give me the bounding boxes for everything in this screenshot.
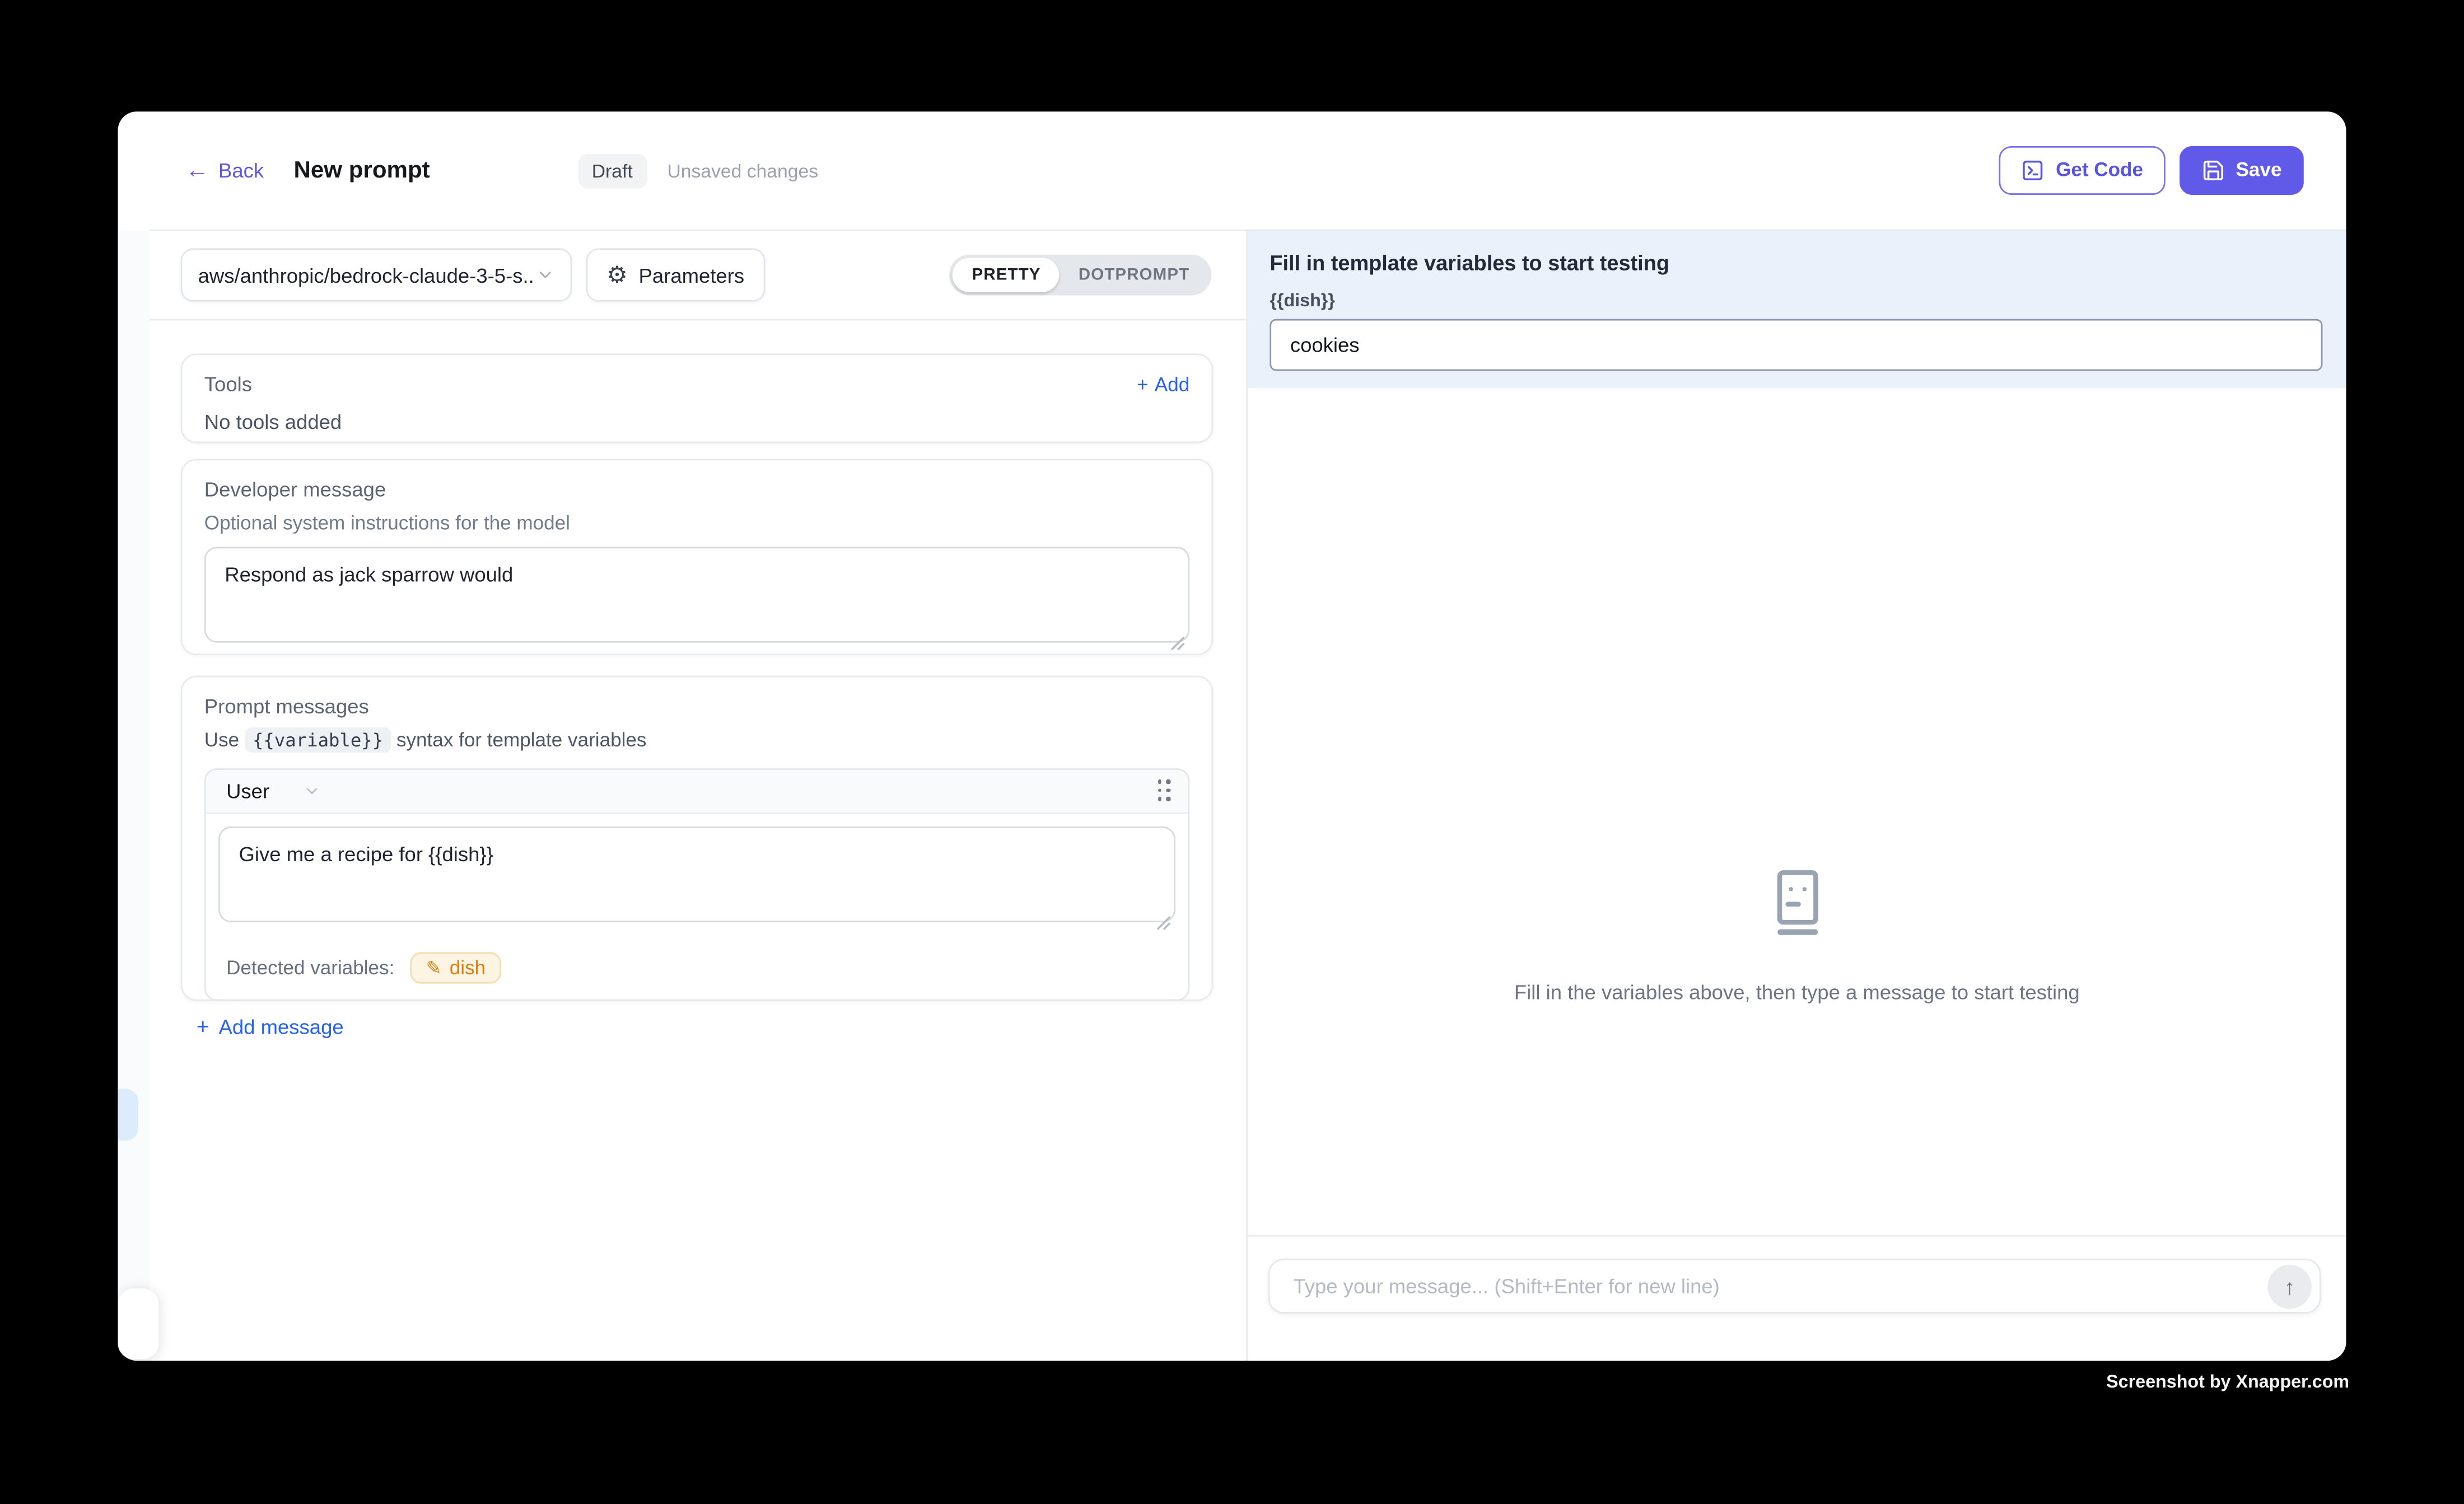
pencil-icon: ✎	[426, 959, 442, 978]
gear-icon: ⚙	[606, 263, 628, 287]
model-select-value: aws/anthropic/bedrock-claude-3-5-s...	[198, 263, 536, 287]
add-tool-button[interactable]: + Add	[1137, 373, 1189, 395]
user-message-input[interactable]: Give me a recipe for {{dish}}	[218, 826, 1175, 922]
developer-message-title: Developer message	[204, 478, 1189, 501]
chat-message-input[interactable]	[1293, 1274, 2267, 1298]
hint-prefix: Use	[204, 729, 239, 751]
chat-empty-state: Fill in the variables above, then type a…	[1248, 867, 2346, 1004]
save-icon	[2201, 158, 2225, 182]
detected-variables-row: Detected variables: ✎ dish	[206, 943, 1188, 999]
drag-handle-icon[interactable]	[1158, 779, 1173, 803]
resize-handle-icon[interactable]	[1169, 630, 1185, 646]
test-panel: Fill in template variables to start test…	[1248, 231, 2346, 1361]
unsaved-changes-text: Unsaved changes	[667, 160, 818, 181]
toolbar-divider	[150, 319, 1247, 321]
message-block: User Give me a recipe for {{dish}}	[204, 768, 1189, 1001]
watermark-text: Screenshot by Xnapper.com	[0, 1374, 2349, 1393]
bot-face-icon	[1761, 867, 1833, 940]
prompt-messages-card: Prompt messages Use {{variable}} syntax …	[181, 676, 1214, 1001]
back-button[interactable]: ← Back	[185, 158, 264, 182]
model-select[interactable]: aws/anthropic/bedrock-claude-3-5-s...	[181, 248, 572, 301]
role-select[interactable]: User	[226, 779, 321, 803]
role-select-value: User	[226, 779, 269, 803]
tools-title: Tools	[204, 372, 252, 396]
add-message-label: Add message	[219, 1014, 344, 1038]
terminal-icon	[2021, 158, 2045, 182]
status-badge: Draft	[577, 153, 647, 188]
developer-message-subtitle: Optional system instructions for the mod…	[204, 512, 1189, 534]
variable-chip-label: dish	[450, 957, 486, 979]
prompt-messages-title: Prompt messages	[204, 694, 1189, 718]
get-code-label: Get Code	[2056, 158, 2143, 182]
developer-message-card: Developer message Optional system instru…	[181, 459, 1214, 655]
rail-active-indicator[interactable]	[118, 1089, 138, 1141]
app-window: ← Back New prompt Draft Unsaved changes …	[118, 111, 2346, 1361]
screen: ← Back New prompt Draft Unsaved changes …	[0, 0, 2464, 1504]
toggle-pretty[interactable]: PRETTY	[953, 258, 1060, 292]
prompt-toolbar: aws/anthropic/bedrock-claude-3-5-s... ⚙ …	[150, 231, 1247, 319]
stage: ← Back New prompt Draft Unsaved changes …	[0, 0, 2464, 1503]
variable-name-label: {{dish}}	[1270, 292, 2321, 311]
save-button[interactable]: Save	[2180, 146, 2304, 195]
variable-chip-dish[interactable]: ✎ dish	[410, 952, 501, 984]
chevron-down-icon	[304, 782, 321, 800]
variables-banner: Fill in template variables to start test…	[1248, 231, 2346, 388]
variable-code-pill: {{variable}}	[245, 727, 391, 753]
chat-input-divider	[1248, 1235, 2346, 1237]
variable-syntax-hint: Use {{variable}} syntax for template var…	[204, 729, 1189, 751]
variable-value-input[interactable]	[1270, 319, 2322, 371]
plus-icon: +	[197, 1013, 209, 1039]
plus-icon: +	[1137, 373, 1149, 395]
parameters-label: Parameters	[639, 263, 745, 287]
resize-handle-icon[interactable]	[1155, 910, 1170, 926]
back-label: Back	[218, 158, 264, 182]
add-message-button[interactable]: + Add message	[197, 1013, 344, 1039]
message-header: User	[206, 770, 1188, 814]
toggle-dotprompt[interactable]: DOTPROMPT	[1060, 258, 1208, 292]
back-arrow-icon: ←	[185, 158, 209, 182]
arrow-up-icon: ↑	[2284, 1275, 2295, 1297]
send-button[interactable]: ↑	[2267, 1264, 2312, 1309]
variables-banner-title: Fill in template variables to start test…	[1270, 251, 2321, 275]
get-code-button[interactable]: Get Code	[1999, 146, 2165, 195]
tools-card: Tools + Add No tools added	[181, 353, 1214, 443]
chevron-down-icon	[536, 265, 555, 284]
tools-empty-text: No tools added	[204, 410, 1189, 433]
format-toggle: PRETTY DOTPROMPT	[950, 255, 1211, 296]
add-tool-label: Add	[1155, 373, 1189, 395]
chat-input-bar: ↑	[1268, 1259, 2321, 1314]
chat-empty-text: Fill in the variables above, then type a…	[1514, 980, 2080, 1004]
app-header: ← Back New prompt Draft Unsaved changes …	[118, 111, 2346, 229]
save-label: Save	[2236, 158, 2282, 182]
page-title: New prompt	[293, 157, 430, 184]
parameters-button[interactable]: ⚙ Parameters	[586, 248, 765, 301]
cutoff-popup	[118, 1288, 158, 1359]
developer-message-input[interactable]: Respond as jack sparrow would	[204, 547, 1189, 643]
left-rail	[118, 231, 149, 1291]
hint-suffix: syntax for template variables	[396, 729, 646, 751]
detected-variables-label: Detected variables:	[226, 957, 394, 979]
